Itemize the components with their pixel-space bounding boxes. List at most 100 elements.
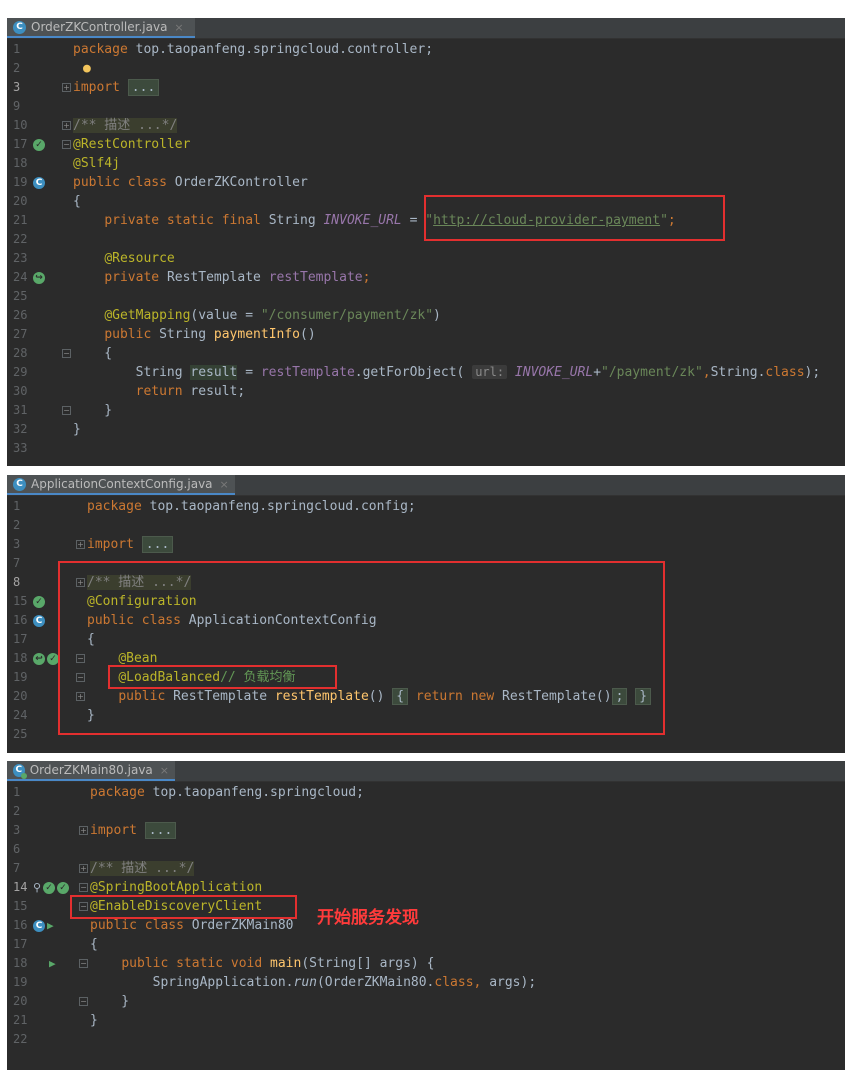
fold-expand-icon[interactable]: + xyxy=(62,121,71,130)
code-text[interactable]: package top.taopanfeng.springcloud; xyxy=(90,783,364,802)
code-token: top.taopanfeng.springcloud.config; xyxy=(149,499,416,514)
tab-order-zk-controller[interactable]: C OrderZKController.java × xyxy=(7,18,195,38)
spring-class-icon[interactable]: C xyxy=(33,176,45,189)
code-line[interactable]: 19 SpringApplication.run(OrderZKMain80.c… xyxy=(7,973,845,992)
code-text[interactable]: public String paymentInfo() xyxy=(73,325,315,344)
close-icon[interactable]: × xyxy=(174,21,183,34)
code-token: SpringApplication. xyxy=(90,975,294,990)
code-text[interactable]: } xyxy=(90,1011,98,1030)
code-line[interactable]: 27 public String paymentInfo() xyxy=(7,325,845,344)
spring-bean-icon[interactable]: ✓ xyxy=(33,138,45,151)
code-text[interactable]: import ... xyxy=(87,535,174,554)
close-icon[interactable]: × xyxy=(220,478,229,491)
code-line[interactable]: 10 +/** 描述 ...*/ xyxy=(7,116,845,135)
code-text[interactable]: SpringApplication.run(OrderZKMain80.clas… xyxy=(90,973,537,992)
code-line[interactable]: 6 xyxy=(7,840,845,859)
code-text[interactable]: } xyxy=(73,401,112,420)
line-number: 31 xyxy=(13,403,28,417)
fold-expand-icon[interactable]: + xyxy=(79,864,88,873)
fold-expand-icon[interactable]: + xyxy=(79,826,88,835)
code-line[interactable]: 33 xyxy=(7,439,845,458)
code-line[interactable]: 31 − } xyxy=(7,401,845,420)
fold-collapse-icon[interactable]: − xyxy=(62,140,71,149)
code-text[interactable]: @GetMapping(value = "/consumer/payment/z… xyxy=(73,306,441,325)
fold-collapse-icon[interactable]: − xyxy=(79,883,88,892)
search-icon[interactable]: ⚲ xyxy=(33,878,41,897)
code-text[interactable]: { xyxy=(73,192,81,211)
spring-class-icon[interactable]: C xyxy=(33,614,45,627)
code-line[interactable]: 30 return result; xyxy=(7,382,845,401)
code-token: OrderZKMain80 xyxy=(191,918,294,933)
run-icon[interactable]: ▶ xyxy=(49,954,56,973)
code-token: + xyxy=(593,365,602,380)
code-line[interactable]: 21} xyxy=(7,1011,845,1030)
code-text[interactable]: @Resource xyxy=(73,249,174,268)
code-line[interactable]: 23 @Resource xyxy=(7,249,845,268)
code-token: restTemplate xyxy=(268,270,363,285)
code-text[interactable]: private RestTemplate restTemplate; xyxy=(73,268,370,287)
run-icon[interactable]: ▶ xyxy=(47,916,54,935)
code-text[interactable]: { xyxy=(90,935,98,954)
autowired-bean-icon[interactable]: ↪ xyxy=(33,271,45,284)
code-text[interactable]: String result = restTemplate.getForObjec… xyxy=(73,363,820,382)
code-text[interactable]: /** 描述 ...*/ xyxy=(73,116,178,135)
code-text[interactable]: } xyxy=(90,992,129,1011)
code-line[interactable]: 26 @GetMapping(value = "/consumer/paymen… xyxy=(7,306,845,325)
class-file-icon: C xyxy=(13,20,26,34)
spring-bean-icon[interactable]: ✓ xyxy=(57,881,70,894)
code-line[interactable]: 17 { xyxy=(7,935,845,954)
code-line[interactable]: 32} xyxy=(7,420,845,439)
code-text[interactable]: public static void main(String[] args) { xyxy=(90,954,434,973)
code-line[interactable]: 2 ● xyxy=(7,59,845,78)
code-text[interactable]: public class OrderZKController xyxy=(73,173,308,192)
code-line[interactable]: 20 − } xyxy=(7,992,845,1011)
code-token: } xyxy=(73,422,81,437)
code-line[interactable]: 3 + import ... xyxy=(7,821,845,840)
code-text[interactable]: /** 描述 ...*/ xyxy=(90,859,195,878)
code-text[interactable]: return result; xyxy=(73,382,246,401)
code-line[interactable]: 22 xyxy=(7,1030,845,1049)
spring-bean-icon[interactable]: ✓ xyxy=(33,595,45,608)
code-line[interactable]: 1 package top.taopanfeng.springcloud; xyxy=(7,783,845,802)
code-line[interactable]: 1 package top.taopanfeng.springcloud.cont… xyxy=(7,40,845,59)
code-text[interactable]: @RestController xyxy=(73,135,190,154)
code-line[interactable]: 9 xyxy=(7,97,845,116)
spring-class-icon[interactable]: C xyxy=(33,919,45,932)
fold-collapse-icon[interactable]: − xyxy=(79,959,88,968)
code-line[interactable]: 3 + import ... xyxy=(7,78,845,97)
code-text[interactable]: import ... xyxy=(73,78,160,97)
tab-order-zk-main80[interactable]: C OrderZKMain80.java × xyxy=(7,761,175,781)
fold-collapse-icon[interactable]: − xyxy=(62,406,71,415)
line-number: 7 xyxy=(13,556,21,570)
code-text[interactable]: package top.taopanfeng.springcloud.contr… xyxy=(73,40,433,59)
fold-collapse-icon[interactable]: − xyxy=(79,997,88,1006)
tab-application-context-config[interactable]: C ApplicationContextConfig.java × xyxy=(7,475,235,495)
close-icon[interactable]: × xyxy=(160,764,169,777)
fold-expand-icon[interactable]: + xyxy=(62,83,71,92)
code-line[interactable]: 1 package top.taopanfeng.springcloud.conf… xyxy=(7,497,845,516)
line-number: 20 xyxy=(13,994,28,1008)
code-line[interactable]: 19 Cpublic class OrderZKController xyxy=(7,173,845,192)
code-line[interactable]: 28 − { xyxy=(7,344,845,363)
code-line[interactable]: 2 xyxy=(7,802,845,821)
code-line[interactable]: 18 ▶ − public static void main(String[] ar… xyxy=(7,954,845,973)
code-text[interactable]: { xyxy=(73,344,112,363)
code-line[interactable]: 25 xyxy=(7,287,845,306)
code-text[interactable]: } xyxy=(73,420,81,439)
code-token: url: xyxy=(472,365,508,379)
spring-bean-icon[interactable]: ✓ xyxy=(43,881,56,894)
code-line[interactable]: 2 xyxy=(7,516,845,535)
code-line[interactable]: 7 +/** 描述 ...*/ xyxy=(7,859,845,878)
code-text[interactable]: @Slf4j xyxy=(73,154,120,173)
fold-collapse-icon[interactable]: − xyxy=(62,349,71,358)
lightbulb-icon[interactable]: ● xyxy=(83,59,91,78)
code-text[interactable]: import ... xyxy=(90,821,177,840)
bean-method-icon[interactable]: ↩ xyxy=(33,652,45,665)
code-line[interactable]: 29 String result = restTemplate.getForOb… xyxy=(7,363,845,382)
code-line[interactable]: 24 ↪ private RestTemplate restTemplate; xyxy=(7,268,845,287)
code-line[interactable]: 3 + import ... xyxy=(7,535,845,554)
code-line[interactable]: 18 @Slf4j xyxy=(7,154,845,173)
fold-expand-icon[interactable]: + xyxy=(76,540,85,549)
code-line[interactable]: 17 ✓ − @RestController xyxy=(7,135,845,154)
code-text[interactable]: package top.taopanfeng.springcloud.confi… xyxy=(87,497,416,516)
